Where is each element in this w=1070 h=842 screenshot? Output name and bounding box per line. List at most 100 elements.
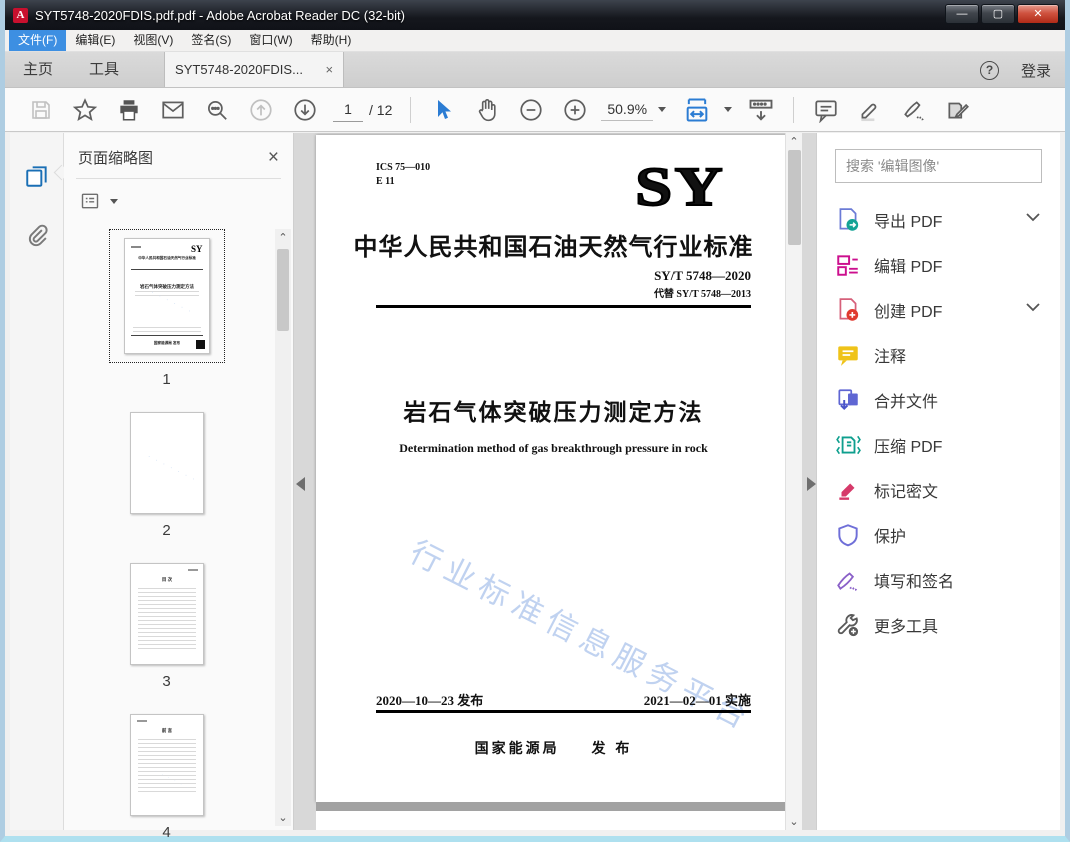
viewer-scroll-thumb[interactable] <box>788 150 801 245</box>
thumbnail-label: 3 <box>162 673 171 690</box>
thumbnails-panel: 页面缩略图 × SY 中华人民共和国石油天然气行业标准 岩石气体突破压力测定方法… <box>64 133 294 841</box>
page-number-input[interactable] <box>333 97 363 122</box>
thumbnail-page-3[interactable]: 目 次 3 <box>129 563 204 690</box>
fill-sign-icon[interactable] <box>899 95 929 125</box>
implementation-date: 2021—02—01 实施 <box>643 693 751 708</box>
collapse-right-panel-icon[interactable] <box>807 477 816 491</box>
fit-width-icon[interactable] <box>682 95 712 125</box>
stamp-pen-icon[interactable] <box>943 95 973 125</box>
fill-sign-pen-icon <box>835 567 861 593</box>
tool-create-pdf[interactable]: 创建 PDF <box>835 287 1042 332</box>
sy-logo: SY <box>634 155 725 219</box>
footer-rule <box>376 710 751 713</box>
thumbnail-page-2[interactable]: · · · · · · · 2 <box>129 412 204 539</box>
menu-help[interactable]: 帮助(H) <box>302 30 361 51</box>
menu-window[interactable]: 窗口(W) <box>240 30 301 51</box>
export-pdf-icon <box>835 207 861 233</box>
publisher-line: 国家能源局 发 布 <box>316 738 791 758</box>
title-bar: SYT5748-2020FDIS.pdf.pdf - Adobe Acrobat… <box>5 0 1065 30</box>
tool-combine-files[interactable]: 合并文件 <box>835 377 1042 422</box>
document-viewer[interactable]: ICS 75—010 E 11 SY 中华人民共和国石油天然气行业标准 SY/T… <box>294 133 816 830</box>
tab-close-icon[interactable]: × <box>325 62 333 77</box>
issue-date: 2020—10—23 发布 <box>376 693 484 708</box>
hide-toolbar-icon[interactable] <box>746 95 776 125</box>
tab-document[interactable]: SYT5748-2020FDIS... × <box>165 52 344 87</box>
document-title-en: Determination method of gas breakthrough… <box>399 441 708 455</box>
zoom-in-icon[interactable] <box>560 95 590 125</box>
menu-edit[interactable]: 编辑(E) <box>66 30 124 51</box>
edit-pdf-icon <box>835 252 861 278</box>
tools-panel: 导出 PDF 编辑 PDF 创建 PDF <box>816 133 1060 830</box>
comment-icon[interactable] <box>811 95 841 125</box>
search-zoom-icon[interactable] <box>202 95 232 125</box>
viewer-scroll-up-icon[interactable]: ⌃ <box>786 135 802 148</box>
more-tools-wrench-icon <box>835 612 861 638</box>
next-page-icon[interactable] <box>290 95 320 125</box>
zoom-out-icon[interactable] <box>516 95 546 125</box>
help-icon[interactable]: ? <box>979 60 999 80</box>
standard-replaces: 代替 SY/T 5748—2013 <box>653 289 751 300</box>
thumbnail-page-1[interactable]: SY 中华人民共和国石油天然气行业标准 岩石气体突破压力测定方法 · · · ·… <box>108 229 225 388</box>
header-rule <box>376 305 751 308</box>
minimize-button[interactable]: — <box>945 4 979 24</box>
attachments-paperclip-icon[interactable] <box>24 222 50 253</box>
signin-button[interactable]: 登录 <box>1021 60 1051 81</box>
compress-pdf-icon <box>835 432 861 458</box>
tab-bar: 主页 工具 SYT5748-2020FDIS... × ? 登录 <box>5 52 1065 88</box>
select-tool-icon[interactable] <box>428 95 458 125</box>
menu-view[interactable]: 视图(V) <box>124 30 182 51</box>
print-icon[interactable] <box>114 95 144 125</box>
document-title-cn: 岩石气体突破压力测定方法 <box>403 399 704 425</box>
thumbnails-scroll-thumb[interactable] <box>277 249 289 331</box>
publisher-name: 国家能源局 <box>474 740 560 756</box>
tool-protect[interactable]: 保护 <box>835 512 1042 557</box>
email-icon[interactable] <box>158 95 188 125</box>
create-pdf-icon <box>835 297 861 323</box>
chevron-down-icon <box>1026 303 1040 312</box>
pdf-app-icon <box>13 7 28 23</box>
save-icon[interactable] <box>26 95 56 125</box>
publish-word: 发 布 <box>591 740 633 756</box>
tool-edit-pdf[interactable]: 编辑 PDF <box>835 242 1042 287</box>
previous-page-icon[interactable] <box>246 95 276 125</box>
viewer-scrollbar[interactable]: ⌃ ⌄ <box>785 133 802 830</box>
menu-bar: 文件(F) 编辑(E) 视图(V) 签名(S) 窗口(W) 帮助(H) <box>5 30 1065 52</box>
menu-file[interactable]: 文件(F) <box>9 30 67 51</box>
zoom-dropdown-caret-icon[interactable] <box>658 107 667 112</box>
tool-comment[interactable]: 注释 <box>835 332 1042 377</box>
highlighter-icon[interactable] <box>855 95 885 125</box>
menu-sign[interactable]: 签名(S) <box>182 30 240 51</box>
protect-shield-icon <box>835 522 861 548</box>
tool-redact[interactable]: 标记密文 <box>835 467 1042 512</box>
tools-search-input[interactable] <box>835 149 1042 183</box>
combine-files-icon <box>835 387 861 413</box>
scroll-down-icon[interactable]: ⌄ <box>275 811 291 824</box>
tool-export-pdf[interactable]: 导出 PDF <box>835 197 1042 242</box>
hand-tool-icon[interactable] <box>472 95 502 125</box>
thumbnails-close-icon[interactable]: × <box>268 148 279 167</box>
thumbnails-options-button[interactable] <box>64 179 293 223</box>
page-thumbnails-icon[interactable] <box>24 163 50 194</box>
scroll-up-icon[interactable]: ⌃ <box>275 231 291 244</box>
thumbnails-panel-title: 页面缩略图 <box>78 150 154 167</box>
favorite-star-icon[interactable] <box>70 95 100 125</box>
tool-more-tools[interactable]: 更多工具 <box>835 602 1042 647</box>
thumbnail-label: 4 <box>162 824 171 841</box>
comment-note-icon <box>835 342 861 368</box>
pdf-page-2-edge <box>316 811 791 830</box>
viewer-scroll-down-icon[interactable]: ⌄ <box>786 815 802 828</box>
tab-document-label: SYT5748-2020FDIS... <box>175 62 303 77</box>
thumbnails-scrollbar[interactable]: ⌃ ⌄ <box>275 229 291 826</box>
thumbnail-page-4[interactable]: 前 言 · · · · · · 4 <box>129 714 204 841</box>
collapse-left-panel-icon[interactable] <box>296 477 305 491</box>
chevron-down-icon <box>1026 213 1040 222</box>
page-count-label: / 12 <box>369 101 393 118</box>
tab-tools[interactable]: 工具 <box>71 52 137 87</box>
close-button[interactable]: ✕ <box>1017 4 1059 24</box>
fit-dropdown-caret-icon[interactable] <box>724 107 733 112</box>
zoom-level-value[interactable]: 50.9% <box>601 99 654 121</box>
restore-button[interactable]: ▢ <box>981 4 1015 24</box>
tab-home[interactable]: 主页 <box>5 52 71 87</box>
tool-fill-sign[interactable]: 填写和签名 <box>835 557 1042 602</box>
tool-compress-pdf[interactable]: 压缩 PDF <box>835 422 1042 467</box>
